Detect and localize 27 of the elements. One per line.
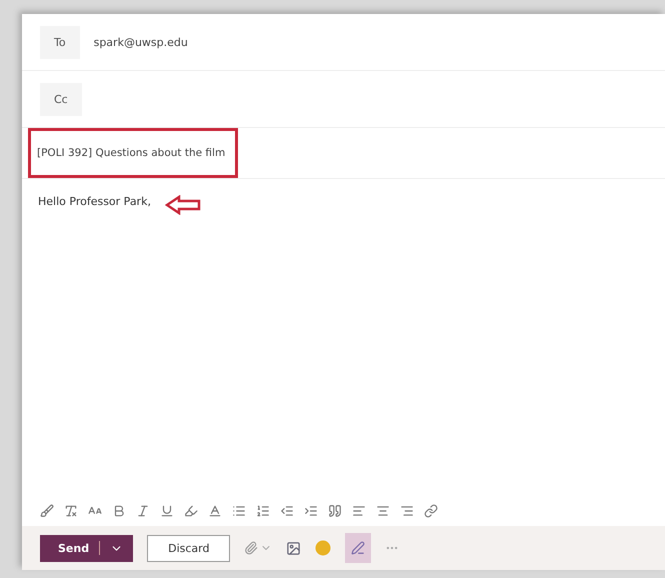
numbered-list-icon[interactable] <box>256 504 270 518</box>
subject-field[interactable]: [POLI 392] Questions about the film <box>28 128 238 178</box>
clear-formatting-icon[interactable] <box>64 504 78 518</box>
underline-icon[interactable] <box>160 504 174 518</box>
pen-icon <box>351 541 366 555</box>
discard-button[interactable]: Discard <box>147 534 230 562</box>
indent-decrease-icon[interactable] <box>280 504 294 518</box>
highlighter-icon[interactable] <box>184 504 198 518</box>
align-center-icon[interactable] <box>376 504 390 518</box>
font-color-icon[interactable] <box>208 504 222 518</box>
bold-icon[interactable] <box>112 504 126 518</box>
cc-button[interactable]: Cc <box>40 82 82 116</box>
brush-icon[interactable] <box>40 504 54 518</box>
to-button[interactable]: To <box>40 26 80 58</box>
indent-increase-icon[interactable] <box>304 504 318 518</box>
italic-icon[interactable] <box>136 504 150 518</box>
send-button[interactable]: Send <box>40 534 134 562</box>
pen-button[interactable] <box>345 533 372 563</box>
link-icon[interactable] <box>424 504 438 518</box>
paperclip-icon[interactable] <box>244 541 258 555</box>
bullet-list-icon[interactable] <box>232 504 246 518</box>
recipient-address: spark@uwsp.edu <box>94 36 188 48</box>
message-body-text: Hello Professor Park, <box>38 195 151 208</box>
align-right-icon[interactable] <box>400 504 414 518</box>
quote-icon[interactable] <box>328 504 342 518</box>
align-left-icon[interactable] <box>352 504 366 518</box>
image-icon[interactable] <box>286 540 302 556</box>
